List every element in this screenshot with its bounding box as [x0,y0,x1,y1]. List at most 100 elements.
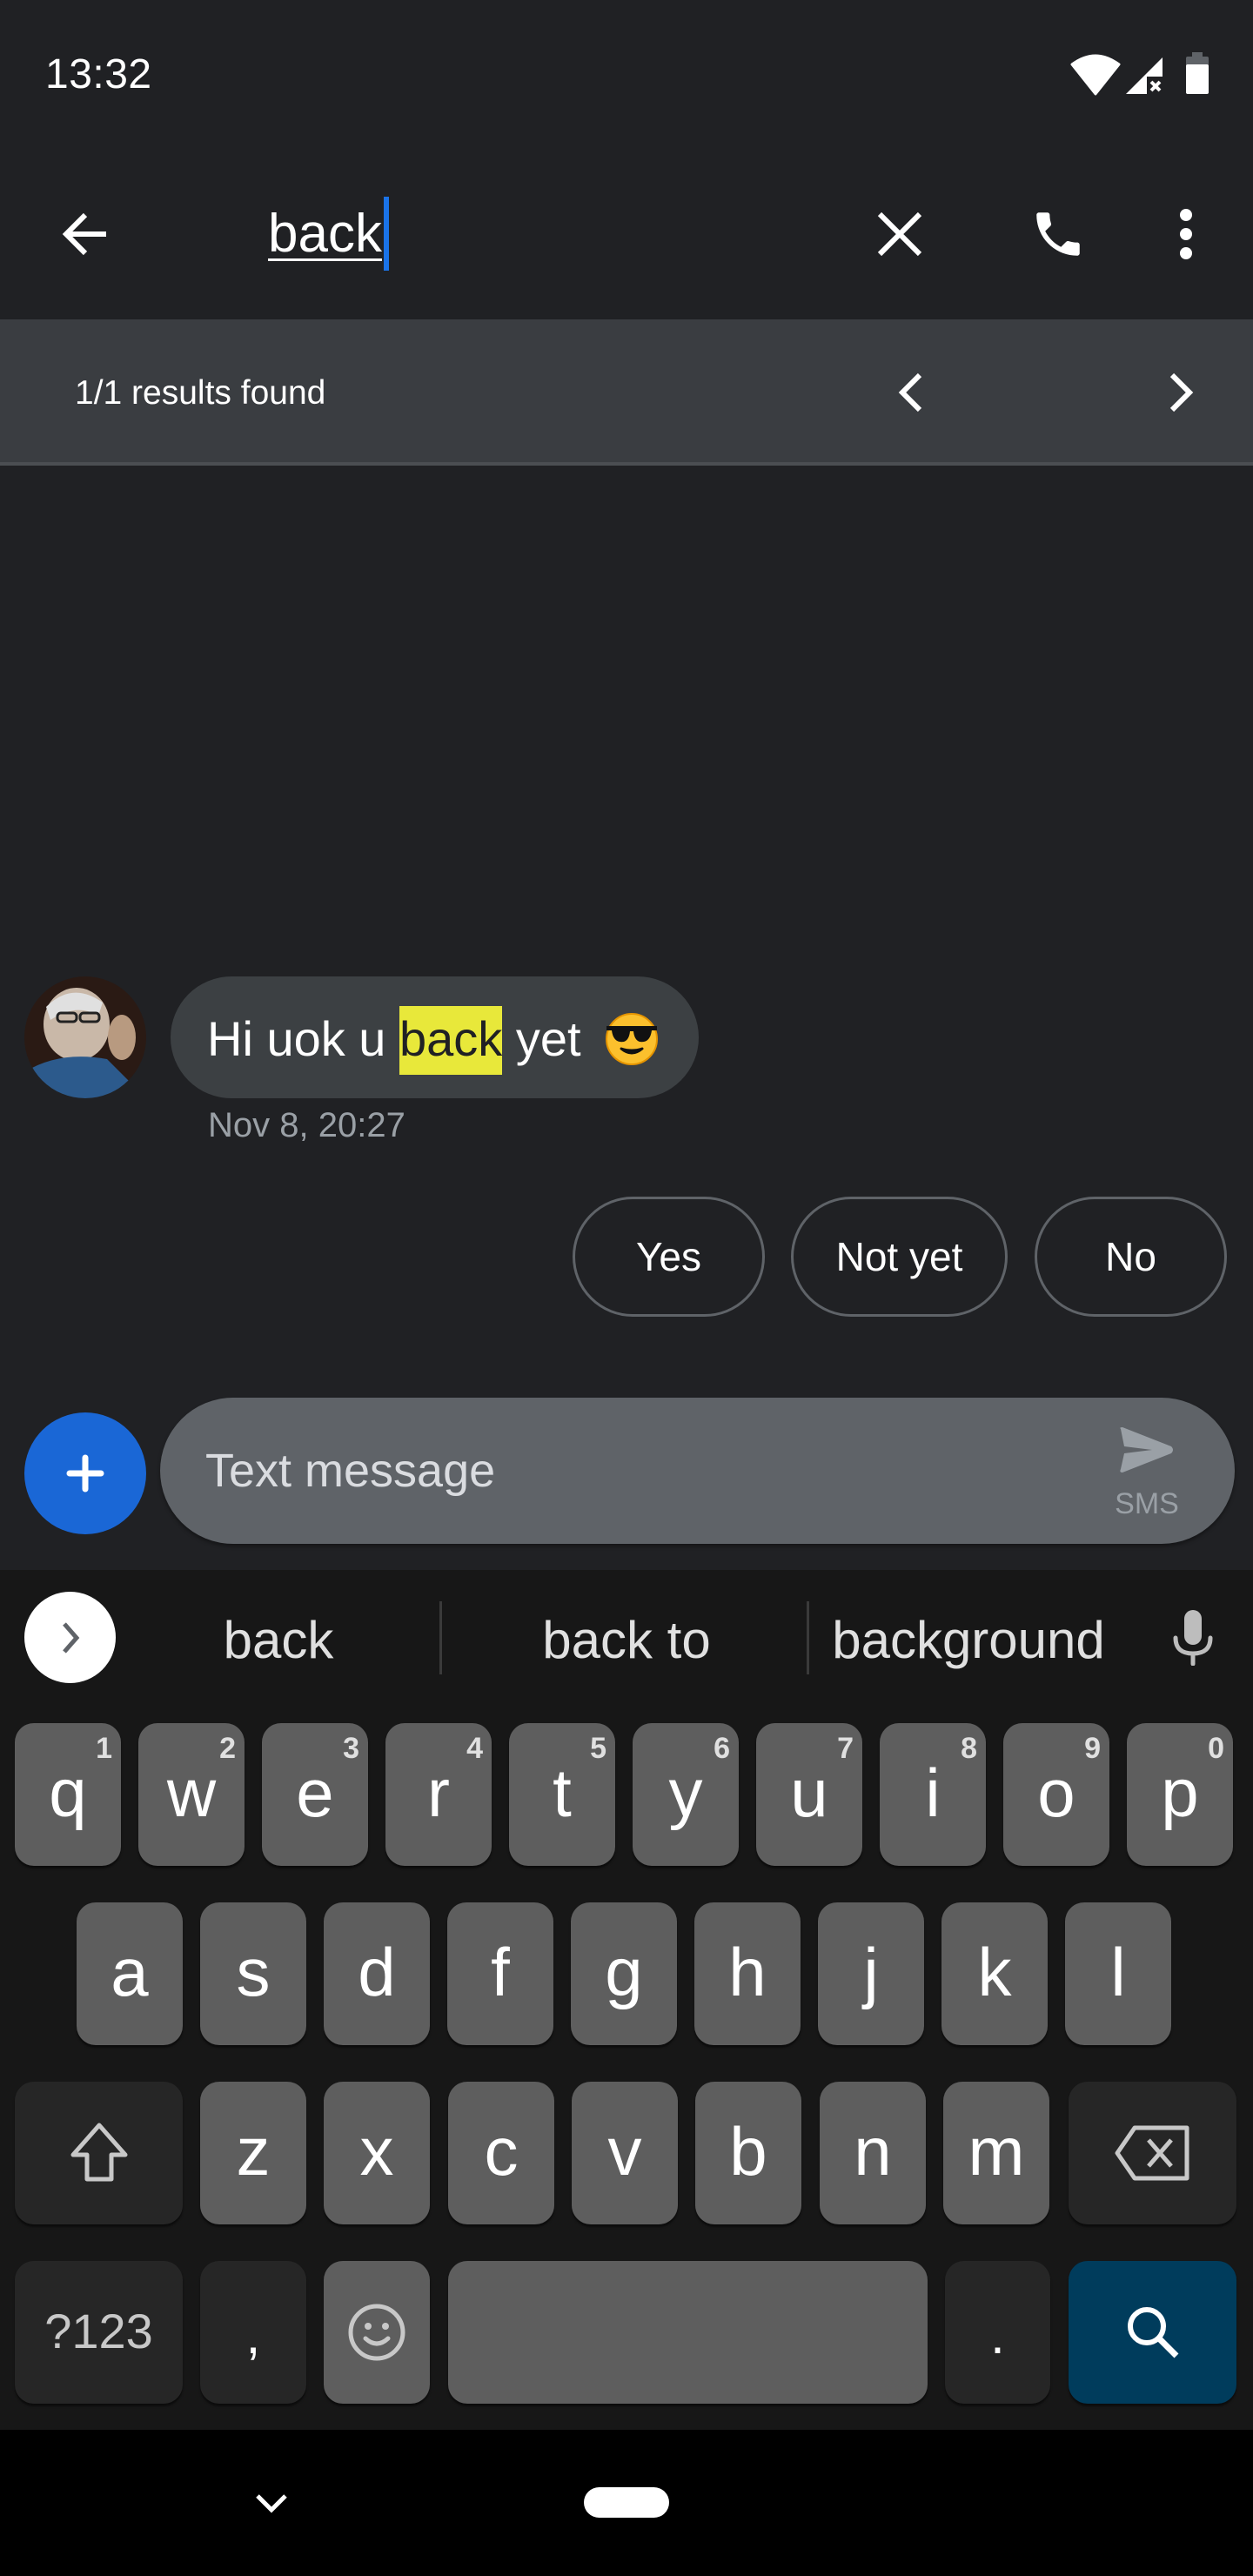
key-hint: 3 [343,1732,359,1765]
key-y[interactable]: y6 [633,1723,739,1866]
key-label: x [359,2112,394,2190]
key-label: q [49,1754,87,1831]
key-n[interactable]: n [820,2082,926,2224]
key-label: y [668,1754,703,1831]
key-h[interactable]: h [694,1902,801,2045]
key-l[interactable]: l [1065,1902,1171,2045]
chevron-left-icon [898,372,922,413]
key-label: p [1161,1754,1199,1831]
results-count: 1/1 results found [75,374,326,412]
key-label: z [236,2112,271,2190]
key-f[interactable]: f [447,1902,553,2045]
key-s[interactable]: s [200,1902,306,2045]
key-x[interactable]: x [324,2082,430,2224]
send-mode-label: SMS [1115,1487,1179,1520]
key-d[interactable]: d [324,1902,430,2045]
key-a[interactable]: a [77,1902,183,2045]
search-icon [1127,2307,1178,2358]
signal-no-sim-icon [1126,57,1163,94]
symbols-key-label: ?123 [44,2303,153,2358]
send-sms-button[interactable]: SMS [1102,1417,1192,1526]
key-e[interactable]: e3 [262,1723,368,1866]
key-hint: 2 [219,1732,236,1765]
voice-input-button[interactable] [1162,1601,1224,1674]
key-label: n [854,2112,892,2190]
key-r[interactable]: r4 [385,1723,492,1866]
suggestion-1[interactable]: back [139,1610,418,1671]
key-label: v [607,2112,642,2190]
attach-button[interactable] [24,1412,146,1534]
avatar-photo [24,976,146,1098]
key-label: d [358,1933,396,2010]
key-w[interactable]: w2 [138,1723,245,1866]
key-v[interactable]: v [572,2082,678,2224]
smart-reply-yes[interactable]: Yes [573,1197,765,1317]
contact-avatar[interactable] [24,976,146,1098]
period-key[interactable]: . [945,2261,1050,2404]
comma-key[interactable]: , [200,2261,306,2404]
key-label: s [236,1933,271,2010]
search-highlight: back [399,1006,503,1075]
call-button[interactable] [1023,199,1093,269]
key-k[interactable]: k [941,1902,1048,2045]
send-icon [1120,1427,1173,1472]
key-hint: 6 [714,1732,730,1765]
nav-back-button[interactable] [237,2473,306,2534]
key-b[interactable]: b [695,2082,801,2224]
key-hint: 9 [1084,1732,1101,1765]
key-label: t [553,1754,572,1831]
key-hint: 8 [961,1732,977,1765]
chevron-down-icon [256,2494,287,2513]
key-label: w [166,1754,217,1831]
suggestion-3[interactable]: background [816,1610,1121,1671]
search-action-key[interactable] [1069,2261,1236,2404]
smart-reply-no[interactable]: No [1035,1197,1227,1317]
keyboard-toolbar-expand-button[interactable] [24,1592,116,1683]
back-button[interactable] [50,199,120,269]
key-label: l [1110,1933,1126,2010]
symbols-key[interactable]: ?123 [15,2261,183,2404]
previous-result-button[interactable] [876,358,946,427]
key-m[interactable]: m [943,2082,1049,2224]
shift-key[interactable] [15,2082,183,2224]
comma-key-label: , [245,2306,261,2365]
key-t[interactable]: t5 [509,1723,615,1866]
key-label: c [484,2112,519,2190]
key-o[interactable]: o9 [1003,1723,1109,1866]
space-key[interactable] [448,2261,928,2404]
key-j[interactable]: j [818,1902,924,2045]
emoji-key[interactable] [324,2261,430,2404]
smart-reply-not-yet[interactable]: Not yet [791,1197,1008,1317]
more-vert-icon [1180,209,1192,259]
home-pill-icon[interactable] [584,2487,669,2518]
shift-icon [70,2123,127,2182]
message-input[interactable] [205,1427,1093,1514]
more-options-button[interactable] [1151,199,1221,269]
search-input[interactable] [268,193,790,275]
search-field[interactable] [261,193,818,275]
suggestion-2[interactable]: back to [461,1610,792,1671]
clear-search-button[interactable] [865,199,935,269]
key-label: k [977,1933,1012,2010]
key-g[interactable]: g [571,1902,677,2045]
arrow-left-icon [62,212,106,256]
plus-icon [66,1454,104,1493]
suggestion-divider [439,1601,442,1674]
key-u[interactable]: u7 [756,1723,862,1866]
message-timestamp: Nov 8, 20:27 [208,1106,405,1144]
key-i[interactable]: i8 [880,1723,986,1866]
status-time: 13:32 [45,51,152,97]
chevron-right-icon [62,1621,79,1654]
key-c[interactable]: c [448,2082,554,2224]
key-label: a [111,1933,149,2010]
compose-field[interactable] [160,1398,1235,1544]
suggestion-divider [807,1601,809,1674]
key-z[interactable]: z [200,2082,306,2224]
key-label: r [427,1754,450,1831]
period-key-label: . [990,2306,1005,2365]
backspace-key[interactable] [1069,2082,1236,2224]
key-p[interactable]: p0 [1127,1723,1233,1866]
next-result-button[interactable] [1146,358,1216,427]
battery-icon [1186,52,1209,94]
key-q[interactable]: q1 [15,1723,121,1866]
